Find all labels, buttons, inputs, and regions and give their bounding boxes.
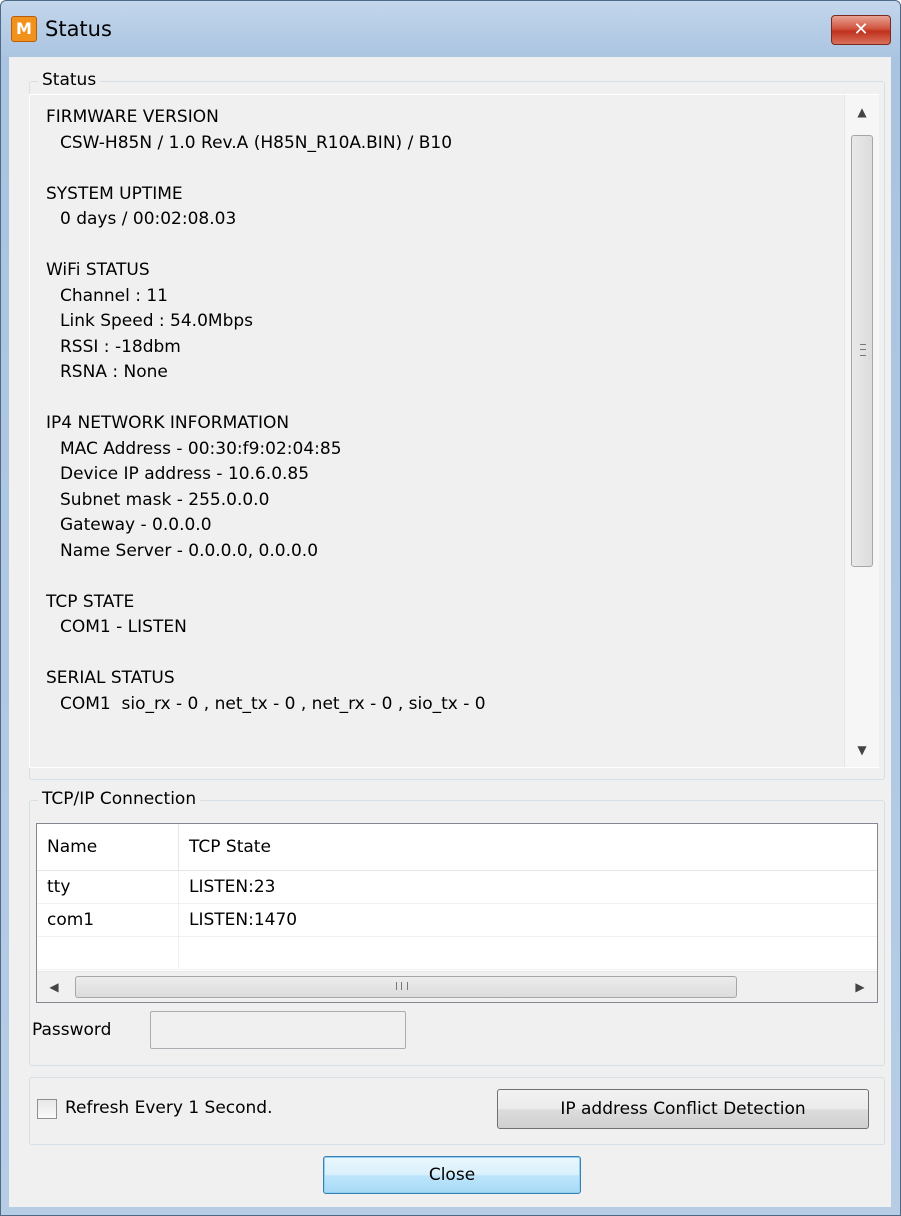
tcp-connection-groupbox: TCP/IP Connection Name TCP State tty LIS… — [29, 788, 885, 1066]
status-section-line: RSSI : -18dbm — [60, 336, 181, 357]
empty-row — [37, 937, 877, 970]
scroll-down-icon[interactable]: ▼ — [845, 733, 879, 767]
table-row[interactable]: com1 LISTEN:1470 — [37, 904, 877, 937]
status-text-area[interactable]: FIRMWARE VERSION CSW-H85N / 1.0 Rev.A (H8… — [29, 94, 879, 768]
dialog-client-area: Status FIRMWARE VERSION CSW-H85N / 1.0 Re… — [9, 57, 891, 1207]
row-name-cell: com1 — [37, 904, 179, 936]
password-field[interactable] — [150, 1011, 406, 1049]
row-state-cell: LISTEN:23 — [189, 877, 276, 897]
status-section-gap — [46, 641, 486, 667]
scroll-thumb[interactable] — [851, 135, 873, 567]
hscroll-thumb[interactable] — [75, 976, 737, 998]
list-header: Name TCP State — [37, 824, 877, 871]
scroll-up-icon[interactable]: ▲ — [845, 95, 879, 129]
status-group-legend: Status — [38, 69, 101, 91]
status-section-line: RSNA : None — [60, 362, 168, 382]
status-section-heading: SYSTEM UPTIME — [46, 183, 183, 204]
window-title: Status — [45, 17, 112, 41]
tcp-group-legend: TCP/IP Connection — [38, 788, 201, 810]
status-section-line: CSW-H85N / 1.0 Rev.A (H85N_R10A.BIN) / B… — [60, 132, 453, 153]
status-section-gap — [46, 386, 486, 412]
status-section-line: Link Speed : 54.0Mbps — [60, 311, 254, 331]
app-icon: M — [11, 16, 37, 42]
empty-cell — [37, 937, 179, 969]
status-section-gap — [46, 233, 486, 259]
status-section-line: Subnet mask - 255.0.0.0 — [60, 489, 270, 510]
list-horizontal-scrollbar[interactable]: ◀ ▶ — [37, 971, 877, 1002]
status-section-line: Channel : 11 — [60, 285, 168, 306]
status-section-heading: IP4 NETWORK INFORMATION — [46, 413, 290, 433]
table-row[interactable]: tty LISTEN:23 — [37, 871, 877, 904]
refresh-checkbox[interactable] — [37, 1099, 57, 1119]
ip-conflict-detection-button[interactable]: IP address Conflict Detection — [497, 1089, 869, 1129]
password-label: Password — [32, 1020, 112, 1040]
status-section-line: 0 days / 00:02:08.03 — [60, 209, 237, 229]
status-section-line: Name Server - 0.0.0.0, 0.0.0.0 — [60, 540, 319, 561]
close-button[interactable]: Close — [323, 1156, 581, 1194]
status-section-heading: TCP STATE — [46, 591, 135, 612]
status-window: M Status ✕ Status FIRMWARE VERSION CSW-H8… — [0, 0, 901, 1216]
status-section-gap — [46, 156, 486, 182]
row-name-cell: tty — [37, 871, 179, 903]
scroll-right-icon[interactable]: ▶ — [845, 972, 875, 1002]
status-section-heading: SERIAL STATUS — [46, 668, 175, 688]
status-section-line: Gateway - 0.0.0.0 — [60, 515, 212, 535]
hscroll-grip-icon — [396, 982, 408, 990]
column-header-name[interactable]: Name — [37, 824, 179, 870]
status-section-heading: WiFi STATUS — [46, 260, 150, 280]
title-bar[interactable]: M Status ✕ — [1, 1, 900, 57]
status-content: FIRMWARE VERSION CSW-H85N / 1.0 Rev.A (H8… — [46, 105, 486, 717]
refresh-label[interactable]: Refresh Every 1 Second. — [65, 1097, 273, 1119]
scroll-grip-icon — [860, 344, 866, 356]
tcp-connection-list[interactable]: Name TCP State tty LISTEN:23 com1 LISTEN… — [36, 823, 878, 1003]
status-section-line: COM1 - LISTEN — [60, 617, 187, 637]
status-section-line: Device IP address - 10.6.0.85 — [60, 464, 310, 484]
window-close-icon[interactable]: ✕ — [831, 15, 891, 45]
status-vertical-scrollbar[interactable]: ▲ ▼ — [844, 95, 879, 767]
status-section-line: COM1 sio_rx - 0 , net_tx - 0 , net_rx - … — [60, 693, 486, 714]
column-header-tcp-state[interactable]: TCP State — [179, 824, 877, 870]
scroll-left-icon[interactable]: ◀ — [39, 972, 69, 1002]
row-state-cell: LISTEN:1470 — [189, 910, 298, 930]
status-section-heading: FIRMWARE VERSION — [46, 107, 219, 127]
status-section-gap — [46, 564, 486, 590]
status-section-line: MAC Address - 00:30:f9:02:04:85 — [60, 438, 342, 459]
